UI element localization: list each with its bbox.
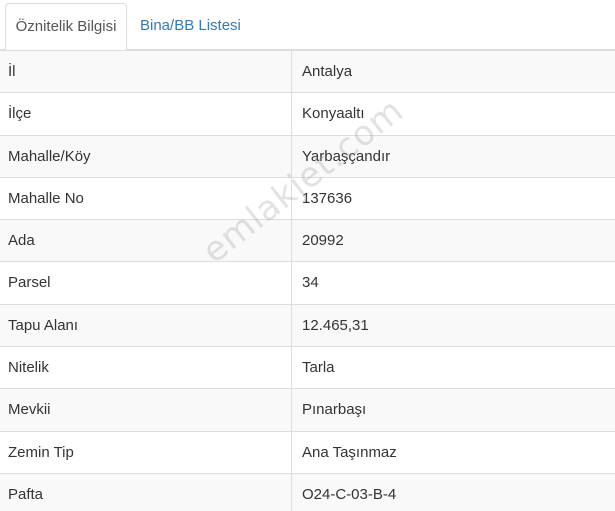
row-value: 137636 [302, 189, 353, 207]
row-value: 34 [302, 274, 319, 292]
table-row: İl Antalya [0, 50, 615, 93]
tab-bar: Öznitelik Bilgisi Bina/BB Listesi [0, 0, 615, 51]
table-row: Ada 20992 [0, 219, 615, 262]
column-divider [291, 177, 292, 220]
column-divider [291, 431, 292, 473]
row-value: Konyaaltı [302, 105, 365, 123]
row-label: Zemin Tip [8, 443, 74, 461]
row-label: Mahalle/Köy [8, 147, 91, 165]
column-divider [291, 473, 292, 511]
column-divider [291, 93, 292, 135]
row-value: Pınarbaşı [302, 401, 367, 419]
row-value: Ana Taşınmaz [302, 443, 397, 461]
table-row: Mahalle No 137636 [0, 176, 615, 220]
table-row: Mahalle/Köy Yarbaşçandır [0, 134, 615, 177]
column-divider [291, 304, 292, 347]
row-value: Tarla [302, 359, 335, 377]
table-row: Mevkii Pınarbaşı [0, 388, 615, 431]
tab-attribute-info[interactable]: Öznitelik Bilgisi [5, 3, 127, 51]
row-label: İlçe [8, 105, 32, 123]
table-row: Tapu Alanı 12.465,31 [0, 303, 615, 347]
row-label: İl [8, 63, 16, 80]
attribute-table: İl Antalya İlçe Konyaaltı Mahalle/Köy Ya… [0, 50, 615, 511]
table-row: Parsel 34 [0, 261, 615, 304]
table-row: Zemin Tip Ana Taşınmaz [0, 430, 615, 473]
row-label: Mevkii [8, 401, 51, 419]
column-divider [291, 347, 292, 389]
row-value: Yarbaşçandır [302, 147, 391, 165]
table-row: Nitelik Tarla [0, 346, 615, 389]
tab-building-list[interactable]: Bina/BB Listesi [140, 3, 241, 50]
table-row: İlçe Konyaaltı [0, 92, 615, 135]
column-divider [291, 262, 292, 304]
row-value: 20992 [302, 232, 344, 250]
row-value: 12.465,31 [302, 316, 369, 334]
row-value: O24-C-03-B-4 [302, 485, 397, 503]
column-divider [291, 51, 292, 93]
row-label: Ada [8, 232, 35, 250]
row-label: Parsel [8, 274, 51, 292]
row-label: Mahalle No [8, 189, 84, 207]
attribute-panel: Öznitelik Bilgisi Bina/BB Listesi İl Ant… [0, 0, 615, 511]
row-label: Nitelik [8, 359, 49, 377]
column-divider [291, 220, 292, 262]
column-divider [291, 135, 292, 177]
row-value: Antalya [302, 63, 353, 80]
row-label: Pafta [8, 485, 44, 503]
row-label: Tapu Alanı [8, 316, 79, 334]
table-row: Pafta O24-C-03-B-4 [0, 472, 615, 511]
column-divider [291, 389, 292, 431]
